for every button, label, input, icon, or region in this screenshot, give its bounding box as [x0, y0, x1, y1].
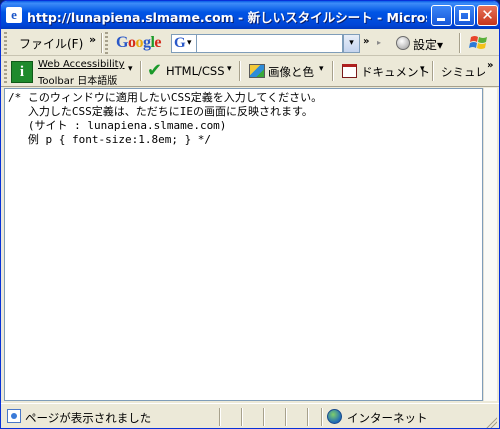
status-separator — [263, 408, 265, 426]
minimize-button[interactable] — [431, 5, 452, 26]
chevron-down-icon: ▾ — [187, 38, 192, 48]
status-separator — [321, 408, 323, 426]
close-button[interactable]: ✕ — [477, 5, 498, 26]
resize-grip[interactable] — [485, 416, 497, 428]
security-zone-text: インターネット — [347, 411, 428, 425]
windows-logo-icon — [469, 36, 487, 49]
accessibility-toolbar: i Web Accessibility Toolbar 日本語版 ▾ ✔ HTM… — [1, 57, 499, 87]
status-text: ページが表示されました — [25, 411, 152, 425]
google-search-input[interactable] — [197, 34, 343, 53]
close-icon: ✕ — [481, 6, 494, 24]
google-bar-overflow-chevron[interactable]: » — [363, 36, 369, 47]
wat-title-link[interactable]: Web Accessibility — [38, 59, 125, 70]
minimize-icon — [437, 18, 445, 21]
internet-zone-icon — [327, 409, 342, 424]
settings-icon[interactable] — [396, 36, 410, 50]
toolbar-separator — [332, 61, 334, 81]
toolbar-grip[interactable] — [4, 61, 7, 83]
vertical-scrollbar[interactable] — [483, 88, 497, 401]
ie-icon: e — [6, 7, 22, 23]
page-done-icon — [7, 409, 21, 423]
google-g-icon: G — [174, 35, 186, 51]
status-separator — [241, 408, 243, 426]
document-icon — [342, 64, 357, 78]
document-dropdown-arrow[interactable]: ▾ — [420, 64, 425, 74]
wat-dropdown-arrow[interactable]: ▾ — [128, 64, 133, 74]
image-icon — [249, 64, 265, 78]
status-separator — [219, 408, 221, 426]
google-logo[interactable]: Google — [116, 34, 161, 52]
toolbar-grip[interactable] — [4, 32, 7, 54]
toolbar-separator — [239, 61, 241, 81]
menu-google-bar: ファイル(F) » Google G ▾ ▾ » ▸ 設定▾ — [1, 30, 499, 56]
html-css-menu[interactable]: HTML/CSS — [166, 64, 225, 78]
browser-window: e http://lunapiena.slmame.com - 新しいスタイルシ… — [0, 0, 500, 429]
css-textarea[interactable]: /* このウィンドウに適用したいCSS定義を入力してください。 入力したCSS定… — [5, 89, 484, 402]
wat-subtitle: Toolbar 日本語版 — [38, 76, 118, 87]
menu-file[interactable]: ファイル(F) — [19, 35, 83, 52]
window-title: http://lunapiena.slmame.com - 新しいスタイルシート… — [27, 10, 427, 25]
toolbar-overflow-chevron[interactable]: » — [487, 60, 493, 71]
google-search-menu-button[interactable]: G ▾ — [171, 34, 197, 53]
status-bar: ページが表示されました インターネット — [1, 403, 499, 428]
chevron-right-icon: ▸ — [377, 38, 382, 47]
toolbar-separator — [432, 61, 434, 81]
search-history-dropdown[interactable]: ▾ — [343, 34, 360, 53]
web-accessibility-toolbar-icon[interactable]: i — [11, 61, 33, 83]
status-separator — [285, 408, 287, 426]
status-separator — [307, 408, 309, 426]
maximize-icon — [459, 10, 470, 21]
toolbar-separator — [140, 61, 142, 81]
toolbar-separator — [459, 33, 461, 53]
settings-menu[interactable]: 設定▾ — [413, 36, 443, 53]
toolbar-separator — [101, 33, 103, 53]
toolbar-grip[interactable] — [105, 32, 108, 54]
css-editor[interactable]: /* このウィンドウに適用したいCSS定義を入力してください。 入力したCSS定… — [4, 88, 483, 401]
html-css-dropdown-arrow[interactable]: ▾ — [227, 64, 232, 74]
title-bar[interactable]: e http://lunapiena.slmame.com - 新しいスタイルシ… — [1, 1, 499, 29]
images-dropdown-arrow[interactable]: ▾ — [319, 64, 324, 74]
maximize-button[interactable] — [454, 5, 475, 26]
images-colors-menu[interactable]: 画像と色 — [268, 64, 314, 80]
simulation-menu[interactable]: シミュレ — [441, 64, 485, 80]
checkmark-icon: ✔ — [147, 60, 163, 81]
menu-overflow-chevron[interactable]: » — [89, 33, 96, 46]
